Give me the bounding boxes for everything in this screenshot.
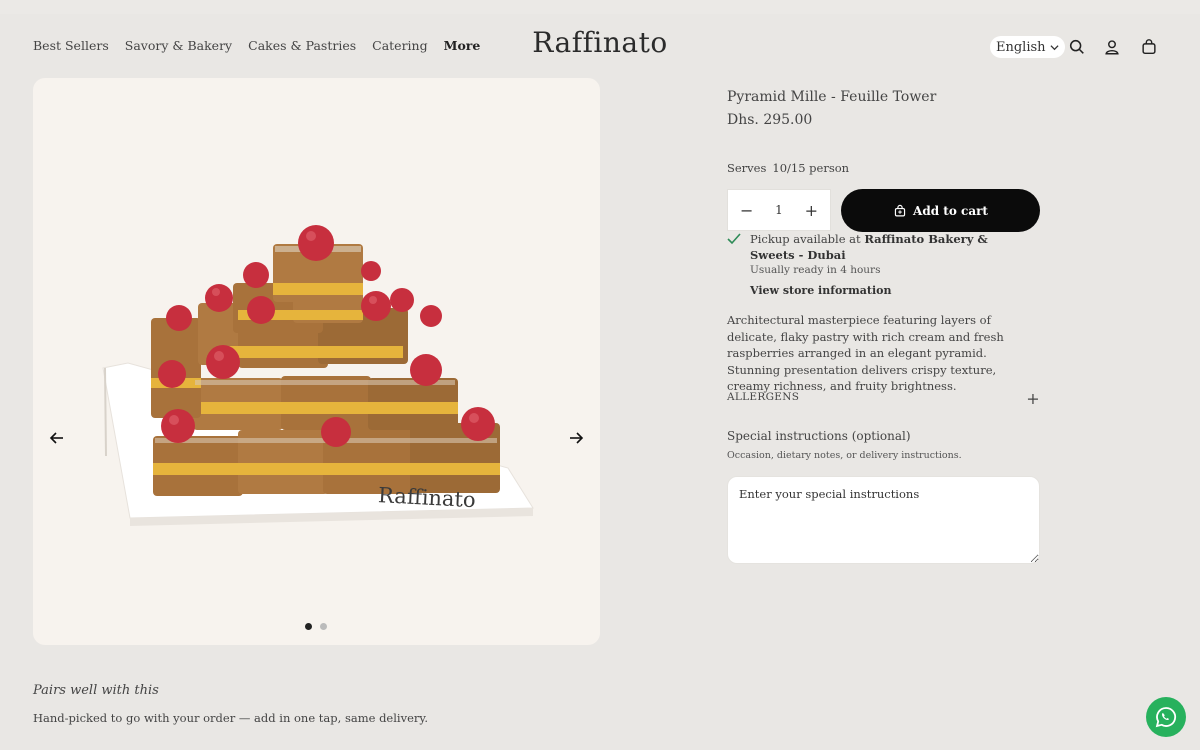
serves-info: Serves 10/15 person [727,161,849,175]
nav-catering[interactable]: Catering [372,38,427,53]
ready-time: Usually ready in 4 hours [750,264,881,276]
pickup-prefix: Pickup available at [750,232,865,246]
whatsapp-button[interactable] [1146,697,1186,737]
arrow-left-icon[interactable] [47,428,67,448]
cart-icon[interactable] [1140,38,1158,56]
product-image: Raffinato [102,225,534,526]
serves-value: 10/15 person [772,161,850,175]
product-description: Architectural masterpiece featuring laye… [727,313,1004,393]
product-gallery: Raffinato [33,78,600,645]
nav-cakes-pastries[interactable]: Cakes & Pastries [248,38,356,53]
add-to-cart-label: Add to cart [913,203,988,218]
arrow-right-icon[interactable] [566,428,586,448]
product-price: Dhs. 295.00 [727,112,813,128]
allergens-toggle[interactable]: ALLERGENS + [727,389,1040,408]
whatsapp-icon [1155,707,1177,728]
nav-more[interactable]: More [444,38,481,53]
chevron-down-icon [1050,44,1059,50]
nav-savory-bakery[interactable]: Savory & Bakery [125,38,232,53]
account-icon[interactable] [1103,38,1121,56]
main-nav: Best Sellers Savory & Bakery Cakes & Pas… [33,38,480,53]
checkmark-icon [727,233,741,245]
special-instructions-input[interactable] [727,476,1040,564]
board-logo-text: Raffinato [378,483,477,512]
allergens-label: ALLERGENS [727,391,800,403]
view-store-information-link[interactable]: View store information [750,284,891,297]
quantity-value[interactable]: 1 [775,203,783,217]
gallery-dots [305,623,327,630]
serves-label: Serves [727,161,767,175]
bag-icon [894,204,906,216]
special-instructions-hint: Occasion, dietary notes, or delivery ins… [727,450,962,461]
language-selector[interactable]: English [990,36,1065,58]
special-instructions-title: Special instructions (optional) [727,429,911,443]
pickup-text: Pickup available at Raffinato Bakery & S… [750,231,1017,263]
pairs-subtitle: Hand-picked to go with your order — add … [33,711,429,725]
site-logo[interactable]: Raffinato [500,26,700,59]
pairs-title: Pairs well with this [33,683,159,698]
quantity-stepper: − 1 + [727,189,831,231]
search-icon[interactable] [1068,38,1086,56]
nav-best-sellers[interactable]: Best Sellers [33,38,109,53]
add-to-cart-button[interactable]: Add to cart [841,189,1040,232]
top-strip [0,0,1200,14]
product-title: Pyramid Mille - Feuille Tower [727,89,937,105]
language-label: English [996,39,1046,55]
plus-icon: + [1026,389,1040,408]
gallery-dot-2[interactable] [320,623,327,630]
decrease-quantity-button[interactable]: − [740,201,753,220]
gallery-dot-1[interactable] [305,623,312,630]
increase-quantity-button[interactable]: + [805,201,818,220]
